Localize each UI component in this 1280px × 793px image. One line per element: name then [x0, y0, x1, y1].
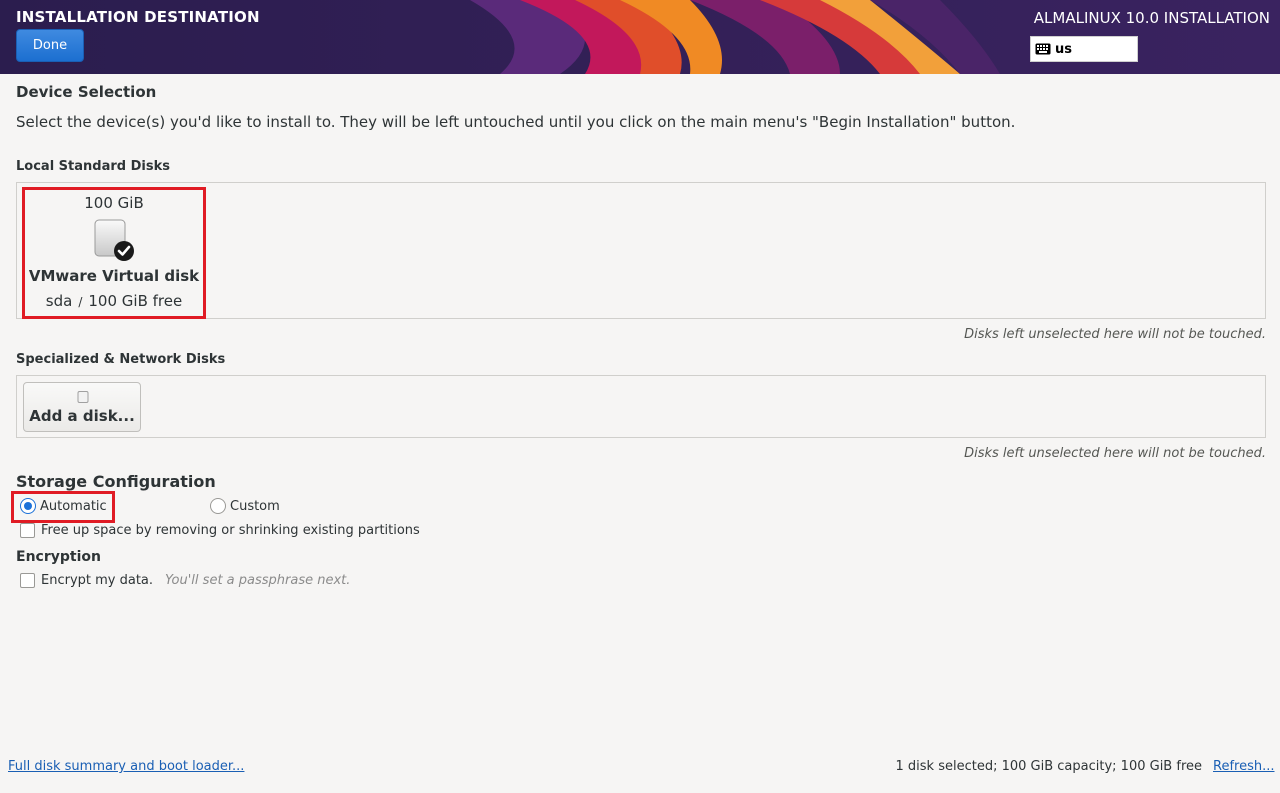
local-disks-note: Disks left unselected here will not be t… [964, 327, 1266, 342]
keyboard-layout-label: us [1055, 41, 1072, 57]
specialized-disks-note: Disks left unselected here will not be t… [964, 446, 1266, 461]
header-bar: INSTALLATION DESTINATION Done ALMALINUX … [0, 0, 1280, 74]
keyboard-icon [1035, 43, 1051, 55]
disk-device: sda [45, 292, 73, 310]
encrypt-checkbox-row[interactable]: Encrypt my data. You'll set a passphrase… [20, 573, 350, 588]
disk-separator: / [78, 295, 83, 309]
done-button[interactable]: Done [16, 29, 84, 62]
encrypt-hint: You'll set a passphrase next. [165, 573, 351, 588]
add-disk-label: Add a disk... [29, 407, 135, 425]
device-selection-title: Device Selection [16, 83, 157, 101]
encrypt-checkbox[interactable] [20, 573, 35, 588]
disk-size: 100 GiB [84, 194, 144, 212]
keyboard-layout-indicator[interactable]: us [1030, 36, 1138, 62]
free-space-label: Free up space by removing or shrinking e… [41, 523, 420, 538]
disk-tile-sda[interactable]: 100 GiB VMware Virtual disk sda / 100 GiB … [22, 187, 206, 319]
free-space-checkbox-row[interactable]: Free up space by removing or shrinking e… [20, 523, 420, 538]
radio-custom-label: Custom [230, 498, 280, 514]
add-disk-button[interactable]: Add a disk... [23, 382, 141, 432]
local-disks-title: Local Standard Disks [16, 159, 170, 174]
disk-free-space: 100 GiB free [88, 292, 183, 310]
radio-custom[interactable]: Custom [210, 498, 280, 514]
specialized-disks-title: Specialized & Network Disks [16, 352, 226, 367]
device-selection-instructions: Select the device(s) you'd like to insta… [16, 113, 1016, 131]
disk-detail: sda / 100 GiB free [25, 292, 203, 310]
encryption-title: Encryption [16, 549, 101, 565]
radio-automatic-label: Automatic [40, 498, 107, 514]
storage-configuration-title: Storage Configuration [16, 472, 216, 491]
storage-summary-status: 1 disk selected; 100 GiB capacity; 100 G… [895, 759, 1202, 774]
product-title: ALMALINUX 10.0 INSTALLATION [1033, 9, 1270, 27]
spoke-title: INSTALLATION DESTINATION [16, 8, 260, 26]
full-disk-summary-link[interactable]: Full disk summary and boot loader... [8, 759, 244, 774]
free-space-checkbox[interactable] [20, 523, 35, 538]
radio-custom-indicator[interactable] [210, 498, 226, 514]
specialized-disks-frame [16, 375, 1266, 438]
encrypt-label: Encrypt my data. [41, 573, 154, 588]
radio-automatic[interactable]: Automatic [20, 498, 107, 514]
radio-automatic-indicator[interactable] [20, 498, 36, 514]
disk-small-icon [77, 391, 89, 403]
disk-name: VMware Virtual disk [28, 267, 200, 285]
refresh-link[interactable]: Refresh... [1213, 759, 1275, 774]
hard-disk-checked-icon [94, 219, 134, 261]
